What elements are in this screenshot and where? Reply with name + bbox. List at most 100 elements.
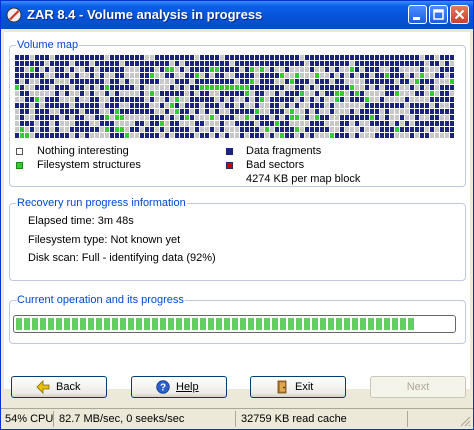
map-block <box>185 97 189 102</box>
map-block <box>105 127 109 132</box>
map-block <box>235 127 239 132</box>
map-block <box>355 61 359 66</box>
progress-segment <box>360 318 366 330</box>
maximize-button[interactable] <box>429 5 448 24</box>
volume-map-grid <box>15 55 454 138</box>
map-block <box>295 121 299 126</box>
map-block <box>275 91 279 96</box>
map-block <box>230 109 234 114</box>
progress-segment <box>128 318 134 330</box>
map-block <box>330 109 334 114</box>
map-block <box>55 55 59 60</box>
map-block <box>370 79 374 84</box>
map-block <box>35 55 39 60</box>
map-block <box>115 61 119 66</box>
map-block <box>420 103 424 108</box>
map-block <box>230 67 234 72</box>
map-block <box>160 97 164 102</box>
progress-segment <box>376 318 382 330</box>
map-block <box>70 97 74 102</box>
map-block <box>15 79 19 84</box>
map-block <box>75 79 79 84</box>
map-block <box>275 133 279 138</box>
map-block <box>300 67 304 72</box>
map-block <box>75 115 79 120</box>
map-block <box>330 103 334 108</box>
minimize-button[interactable] <box>408 5 427 24</box>
exit-button[interactable]: Exit <box>250 376 346 398</box>
next-button[interactable]: Next <box>370 376 466 398</box>
map-block <box>370 97 374 102</box>
map-block <box>340 73 344 78</box>
map-block <box>115 55 119 60</box>
progress-fill <box>16 318 414 330</box>
map-block <box>330 73 334 78</box>
map-block <box>320 121 324 126</box>
map-block <box>35 97 39 102</box>
map-block <box>85 73 89 78</box>
map-block <box>265 61 269 66</box>
map-block <box>250 121 254 126</box>
map-block <box>205 79 209 84</box>
map-block <box>380 103 384 108</box>
map-block <box>440 91 444 96</box>
map-block <box>445 103 449 108</box>
map-block <box>70 103 74 108</box>
progress-segment <box>104 318 110 330</box>
map-block <box>365 85 369 90</box>
map-block <box>210 109 214 114</box>
map-block <box>225 61 229 66</box>
map-block <box>230 85 234 90</box>
map-block <box>175 115 179 120</box>
map-block <box>25 79 29 84</box>
map-block <box>325 109 329 114</box>
help-button[interactable]: ? Help <box>131 376 227 398</box>
progress-segment <box>24 318 30 330</box>
map-block <box>430 67 434 72</box>
map-block <box>210 133 214 138</box>
map-block <box>65 85 69 90</box>
close-button[interactable] <box>450 5 469 24</box>
map-block <box>130 61 134 66</box>
map-block <box>330 91 334 96</box>
progress-segment <box>80 318 86 330</box>
map-block <box>150 61 154 66</box>
map-block <box>430 55 434 60</box>
map-block <box>115 67 119 72</box>
current-operation-title: Current operation and its progress <box>16 294 185 306</box>
map-block <box>125 91 129 96</box>
map-block <box>185 103 189 108</box>
map-block <box>110 73 114 78</box>
map-block <box>215 115 219 120</box>
map-block <box>35 85 39 90</box>
map-block <box>55 133 59 138</box>
map-block <box>315 133 319 138</box>
map-block <box>350 115 354 120</box>
map-block <box>345 127 349 132</box>
map-block <box>195 61 199 66</box>
map-block <box>370 73 374 78</box>
map-block <box>200 97 204 102</box>
map-block <box>370 127 374 132</box>
map-block <box>320 85 324 90</box>
title-bar[interactable]: ZAR 8.4 - Volume analysis in progress <box>1 1 473 29</box>
map-block <box>345 85 349 90</box>
map-block <box>120 115 124 120</box>
map-block <box>430 61 434 66</box>
map-block <box>135 109 139 114</box>
map-block <box>400 121 404 126</box>
map-block <box>360 115 364 120</box>
map-block <box>345 91 349 96</box>
map-block <box>125 55 129 60</box>
map-block <box>380 121 384 126</box>
map-block <box>100 127 104 132</box>
back-button[interactable]: Back <box>11 376 107 398</box>
map-block <box>60 115 64 120</box>
map-block <box>450 133 454 138</box>
map-block <box>130 127 134 132</box>
map-block <box>220 127 224 132</box>
map-block <box>155 91 159 96</box>
map-block <box>180 103 184 108</box>
resize-grip-icon[interactable] <box>459 415 471 427</box>
map-block <box>135 79 139 84</box>
